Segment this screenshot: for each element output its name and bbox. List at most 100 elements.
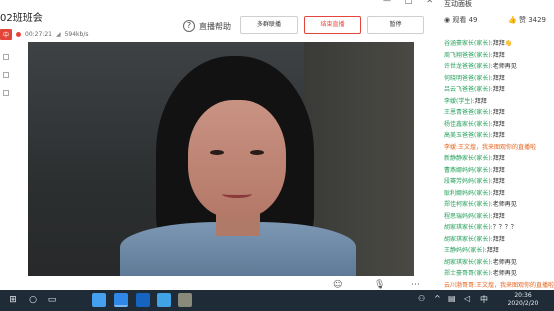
chat-message: 曹燕娜妈妈(家长):拜拜: [440, 165, 554, 177]
views-label: 观看: [452, 16, 467, 24]
panel-stats: ◉ 观看 49 👍 赞 3429: [444, 15, 554, 29]
chat-author: 胡家琪家长(家长):: [444, 235, 493, 243]
chat-message: 郑士豪哥哥(家长):老师再见: [440, 268, 554, 280]
recording-dot-icon: [16, 32, 22, 37]
app-icon[interactable]: [114, 293, 128, 307]
chat-author: 周飞翔爸爸(家长):: [444, 51, 493, 59]
chat-author: 云川渤哥哥:: [444, 281, 477, 289]
chat-author: 胡家琪家长(家长):: [444, 224, 493, 231]
chat-author: 李嫒:: [444, 143, 459, 151]
thumbs-up-icon: 👍: [508, 16, 517, 24]
clock-date: 2020/2/20: [507, 300, 539, 307]
live-status-line: 中 00:27:21 ◢ 594kb/s: [0, 29, 88, 40]
chat-message: 云川渤哥哥:王文煌，我来图观你的直播啦: [440, 280, 554, 291]
task-view-icon[interactable]: ▭: [46, 293, 58, 308]
chat-text: 拜拜: [492, 74, 505, 82]
clock-time: 20:36: [514, 292, 532, 299]
bottom-controls: ☺ 🎙 ⋯: [0, 280, 440, 290]
ime-icon[interactable]: 中: [480, 294, 488, 305]
chat-author: 胡家琪家长(家长):: [444, 258, 493, 266]
maximize-icon[interactable]: □: [405, 0, 413, 6]
chat-message: 王恩青爸爸(家长):拜拜: [440, 107, 554, 119]
network-icon[interactable]: ▤: [448, 294, 456, 303]
chat-text: 拜拜: [492, 51, 505, 59]
app-icon[interactable]: [92, 293, 106, 307]
left-tool-strip: [0, 42, 12, 242]
chat-text: 王文煌，我来图观你的直播啦: [458, 143, 537, 151]
chat-author: 许世龙爸爸(家长):: [444, 63, 493, 70]
chat-message: 周飞翔爸爸(家长):拜拜: [440, 50, 554, 62]
chat-author: 何晓明爸爸(家长):: [444, 74, 493, 82]
eye-icon: ◉: [444, 16, 451, 24]
chat-text: 老师再见: [492, 201, 517, 208]
chat-message: 胡家琪家长(家长):？？？？: [440, 222, 554, 234]
tool-icon[interactable]: [3, 72, 9, 78]
likes-stat: 👍 赞 3429: [508, 15, 546, 25]
windows-start-icon[interactable]: ⊞: [6, 293, 20, 308]
search-icon[interactable]: ○: [28, 293, 38, 308]
emoji-icon[interactable]: ☺: [333, 280, 342, 290]
tool-icon[interactable]: [3, 54, 9, 60]
person-face: [188, 100, 286, 218]
chat-text: 拜拜: [492, 120, 505, 128]
multi-group-broadcast-button[interactable]: 多群联播: [240, 16, 298, 34]
tool-icon[interactable]: [3, 90, 9, 96]
app-icon[interactable]: [136, 293, 150, 307]
chat-author: 王恩青爸爸(家长):: [444, 109, 493, 116]
chat-author: 王静妈妈(家长):: [444, 247, 487, 254]
chat-text: 拜拜: [492, 212, 505, 220]
chat-text: 拜拜: [492, 109, 505, 116]
bitrate: 594kb/s: [64, 31, 89, 38]
chat-text: 王文煌，我来图观你的直播啦: [476, 281, 554, 289]
signal-icon: ◢: [55, 31, 61, 38]
chat-text: 老师再见: [492, 63, 517, 70]
chat-message: 耿利娜妈妈(家长):拜拜: [440, 188, 554, 200]
chat-list[interactable]: 谷涵豪家长(家长):拜拜👋 周飞翔爸爸(家长):拜拜 许世龙爸爸(家长):老师再见何…: [440, 38, 554, 290]
chat-message: 吕云飞爸爸(家长):拜拜: [440, 84, 554, 96]
chat-author: 曹燕娜妈妈(家长):: [444, 166, 493, 174]
eye: [210, 150, 224, 155]
likes-label: 赞: [518, 16, 526, 24]
chat-text: 拜拜: [492, 166, 505, 174]
system-tray: ⚇ ^ ▤ ◁ 中: [418, 292, 498, 309]
chat-author: 李嫒(学生):: [444, 97, 475, 105]
question-circle-icon: ?: [183, 20, 195, 32]
clock[interactable]: 20:36 2020/2/20: [500, 292, 546, 308]
chat-message: 谷涵豪家长(家长):拜拜👋: [440, 38, 554, 50]
eye: [250, 150, 264, 155]
chat-author: 段骞芳妈妈(家长):: [444, 178, 493, 185]
chat-message: 郑佳柯家长(家长):老师再见: [440, 199, 554, 211]
views-count: 49: [468, 16, 478, 24]
microphone-icon[interactable]: 🎙: [374, 280, 385, 290]
chat-author: 郑佳柯家长(家长):: [444, 201, 493, 208]
people-icon[interactable]: ⚇: [418, 294, 425, 303]
chat-text: 拜拜: [492, 155, 505, 162]
chat-text: 拜拜: [474, 97, 487, 105]
minimize-icon[interactable]: —: [383, 0, 391, 6]
chat-message: 杨佳鑫家长(家长):拜拜: [440, 119, 554, 131]
chat-author: 谷涵豪家长(家长):: [444, 40, 493, 47]
chat-message: 胡家琪家长(家长):老师再见: [440, 257, 554, 269]
close-icon[interactable]: ✕: [426, 0, 433, 6]
camera-video: [28, 42, 414, 276]
chat-message: 李嫒:王文煌，我来图观你的直播啦: [440, 142, 554, 154]
chat-text: 拜拜: [492, 86, 505, 93]
live-panel: 02班班会 中 00:27:21 ◢ 594kb/s ? 直播帮助 多群联播 结…: [0, 0, 440, 290]
chat-author: 吕云飞爸爸(家长):: [444, 86, 493, 93]
chat-author: 耿利娜妈妈(家长):: [444, 189, 493, 197]
chat-message: 高美玉爸爸(家长):拜拜: [440, 130, 554, 142]
chat-text: 老师再见: [492, 258, 517, 266]
chat-author: 新静静家长(家长):: [444, 155, 493, 162]
views-stat: ◉ 观看 49: [444, 15, 478, 25]
app-icon[interactable]: [178, 293, 192, 307]
chat-author: 杨佳鑫家长(家长):: [444, 120, 493, 128]
help-link[interactable]: ? 直播帮助: [183, 20, 231, 32]
volume-icon[interactable]: ◁: [464, 294, 470, 303]
app-icon[interactable]: [157, 293, 171, 307]
chevron-up-icon[interactable]: ^: [434, 294, 441, 303]
end-live-button[interactable]: 结束直播: [304, 16, 361, 34]
chat-message: 新静静家长(家长):拜拜: [440, 153, 554, 165]
more-icon[interactable]: ⋯: [411, 280, 420, 290]
chat-text: 拜拜: [486, 247, 499, 254]
pause-button[interactable]: 暂停: [367, 16, 424, 34]
